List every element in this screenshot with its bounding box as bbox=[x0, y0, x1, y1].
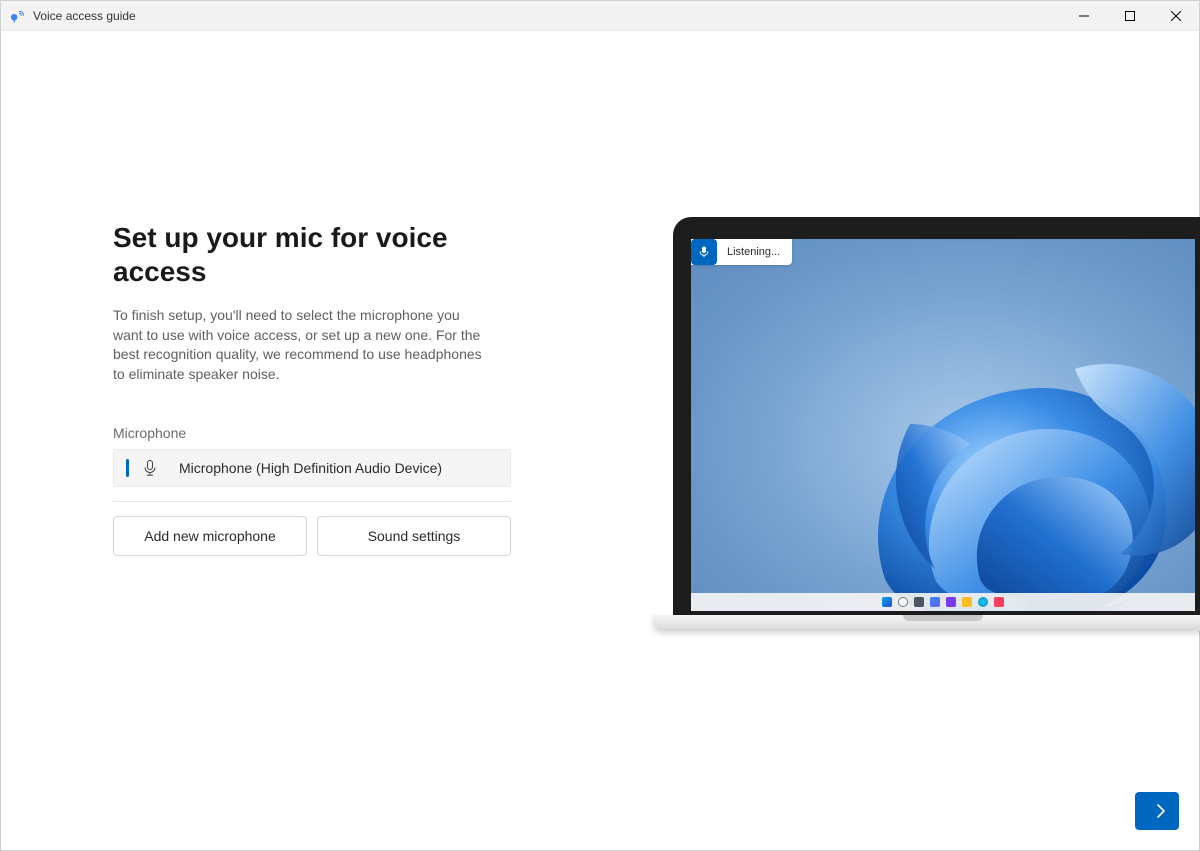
taskview-icon bbox=[914, 597, 924, 607]
close-button[interactable] bbox=[1153, 1, 1199, 30]
preview-illustration: Listening... bbox=[673, 217, 1200, 631]
divider bbox=[113, 501, 511, 502]
widgets-icon bbox=[930, 597, 940, 607]
sound-settings-button[interactable]: Sound settings bbox=[317, 516, 511, 556]
laptop-graphic: Listening... bbox=[673, 217, 1200, 631]
taskbar bbox=[691, 593, 1195, 611]
selected-microphone-name: Microphone (High Definition Audio Device… bbox=[179, 460, 442, 476]
setup-panel: Set up your mic for voice access To fini… bbox=[1, 31, 513, 850]
listening-label: Listening... bbox=[727, 246, 780, 258]
selection-accent bbox=[126, 459, 129, 477]
laptop-camera-icon bbox=[940, 225, 946, 231]
action-buttons-row: Add new microphone Sound settings bbox=[113, 516, 513, 556]
listening-mic-icon bbox=[691, 239, 717, 265]
search-icon bbox=[898, 597, 908, 607]
titlebar: Voice access guide bbox=[1, 1, 1199, 31]
microphone-field-label: Microphone bbox=[113, 425, 513, 441]
chat-icon bbox=[946, 597, 956, 607]
laptop-screen: Listening... bbox=[673, 217, 1200, 615]
page-heading: Set up your mic for voice access bbox=[113, 221, 513, 288]
next-button[interactable] bbox=[1135, 792, 1179, 830]
laptop-notch bbox=[903, 615, 983, 621]
edge-icon bbox=[978, 597, 988, 607]
add-microphone-label: Add new microphone bbox=[144, 528, 276, 544]
titlebar-left: Voice access guide bbox=[1, 8, 136, 24]
listening-indicator: Listening... bbox=[691, 239, 792, 265]
sound-settings-label: Sound settings bbox=[368, 528, 461, 544]
window-title: Voice access guide bbox=[33, 9, 136, 23]
windows-bloom-graphic bbox=[691, 239, 1195, 611]
maximize-button[interactable] bbox=[1107, 1, 1153, 30]
store-icon bbox=[994, 597, 1004, 607]
start-icon bbox=[882, 597, 892, 607]
explorer-icon bbox=[962, 597, 972, 607]
add-microphone-button[interactable]: Add new microphone bbox=[113, 516, 307, 556]
page-description: To finish setup, you'll need to select t… bbox=[113, 306, 488, 384]
content-area: Set up your mic for voice access To fini… bbox=[1, 31, 1199, 850]
laptop-base bbox=[653, 615, 1200, 631]
microphone-icon bbox=[143, 460, 157, 476]
minimize-button[interactable] bbox=[1061, 1, 1107, 30]
window-controls bbox=[1061, 1, 1199, 30]
desktop-wallpaper: Listening... bbox=[691, 239, 1195, 611]
microphone-selector[interactable]: Microphone (High Definition Audio Device… bbox=[113, 449, 511, 487]
app-icon bbox=[9, 8, 25, 24]
